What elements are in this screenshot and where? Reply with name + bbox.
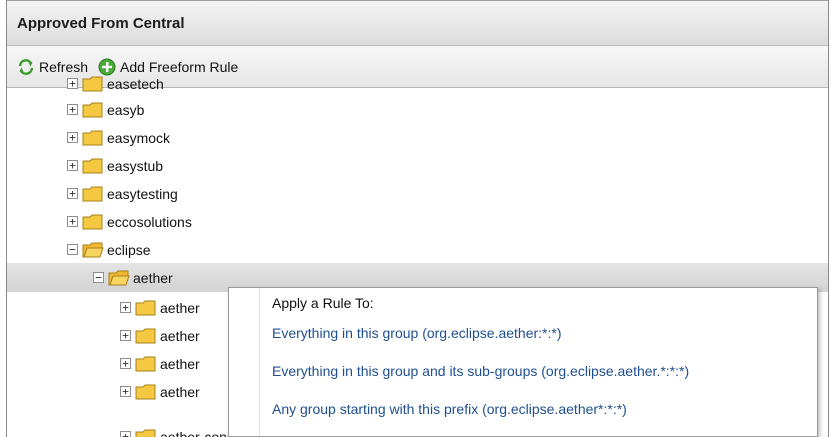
panel-title: Approved From Central <box>7 0 828 46</box>
collapse-minus-icon[interactable]: − <box>67 244 78 255</box>
collapse-minus-icon[interactable]: − <box>93 272 104 283</box>
tree-node-label: easyb <box>107 101 145 118</box>
folder-icon <box>135 299 157 317</box>
tree-row-partial-top[interactable]: + easetech <box>7 69 828 98</box>
tree-row-eclipse[interactable]: − eclipse <box>7 235 828 264</box>
tree-row-easymock[interactable]: + easymock <box>7 123 828 152</box>
expand-plus-icon[interactable]: + <box>120 386 131 397</box>
tree-node-label: aether <box>160 327 200 344</box>
folder-icon <box>82 129 104 147</box>
tree-node-label: easetech <box>107 75 164 92</box>
tree-node-label: aether <box>160 355 200 372</box>
folder-icon <box>82 185 104 203</box>
folder-icon <box>82 101 104 119</box>
expand-plus-icon[interactable]: + <box>67 78 78 89</box>
tree-node-label: easystub <box>107 157 164 174</box>
expand-plus-icon[interactable]: + <box>67 216 78 227</box>
expand-plus-icon[interactable]: + <box>120 302 131 313</box>
menu-title: Apply a Rule To: <box>272 295 374 311</box>
tree-node-label: eccosolutions <box>107 213 192 230</box>
tree-node-label: eclipse <box>107 241 151 258</box>
menu-item-everything-in-group[interactable]: Everything in this group (org.eclipse.ae… <box>272 325 561 341</box>
tree-node-label: aether <box>160 383 200 400</box>
expand-plus-icon[interactable]: + <box>67 132 78 143</box>
apply-rule-context-menu: Apply a Rule To: Everything in this grou… <box>228 287 818 437</box>
folder-icon <box>82 75 104 93</box>
folder-icon <box>82 213 104 231</box>
expand-plus-icon[interactable]: + <box>67 160 78 171</box>
panel-title-text: Approved From Central <box>17 14 185 32</box>
tree-row-easyb[interactable]: + easyb <box>7 95 828 124</box>
menu-item-prefix-match[interactable]: Any group starting with this prefix (org… <box>272 401 627 417</box>
expand-plus-icon[interactable]: + <box>67 188 78 199</box>
folder-icon <box>135 355 157 373</box>
menu-icon-gutter <box>259 288 260 436</box>
folder-icon <box>135 383 157 401</box>
tree-row-easystub[interactable]: + easystub <box>7 151 828 180</box>
folder-open-icon <box>82 241 104 259</box>
folder-open-icon <box>108 269 130 287</box>
tree-row-easytesting[interactable]: + easytesting <box>7 179 828 208</box>
tree-node-label: aether <box>133 269 173 286</box>
folder-icon <box>82 157 104 175</box>
tree-node-label: easymock <box>107 129 171 146</box>
expand-plus-icon[interactable]: + <box>120 358 131 369</box>
expand-plus-icon[interactable]: + <box>120 431 131 437</box>
menu-item-group-and-subgroups[interactable]: Everything in this group and its sub-gro… <box>272 363 689 379</box>
folder-icon <box>135 428 157 437</box>
tree-node-label: easytesting <box>107 185 178 202</box>
tree-node-label: aether <box>160 299 200 316</box>
folder-icon <box>135 327 157 345</box>
expand-plus-icon[interactable]: + <box>120 330 131 341</box>
tree-row-eccosolutions[interactable]: + eccosolutions <box>7 207 828 236</box>
expand-plus-icon[interactable]: + <box>67 104 78 115</box>
